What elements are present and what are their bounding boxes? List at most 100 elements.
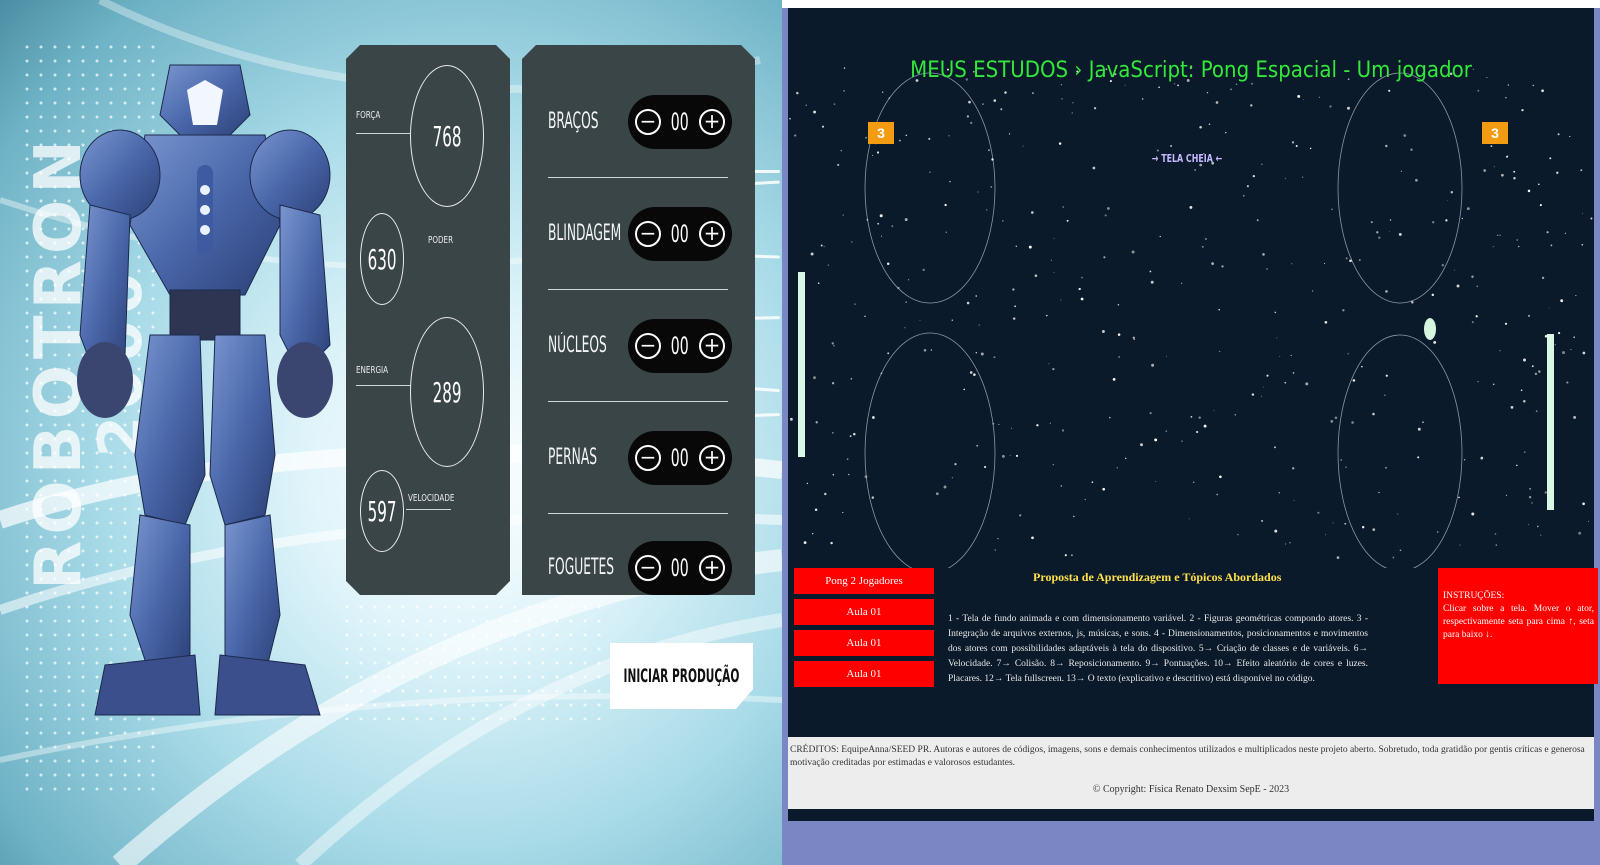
star bbox=[1036, 424, 1039, 427]
star bbox=[1535, 410, 1538, 412]
star bbox=[1362, 526, 1365, 529]
star bbox=[810, 252, 814, 256]
star bbox=[1104, 214, 1107, 217]
star bbox=[983, 465, 987, 469]
star bbox=[1372, 412, 1375, 416]
star bbox=[1303, 99, 1305, 100]
star bbox=[992, 422, 995, 425]
plus-button[interactable]: + bbox=[699, 445, 725, 471]
star bbox=[929, 171, 931, 173]
star bbox=[812, 533, 814, 535]
star bbox=[1410, 148, 1413, 151]
menu-aula[interactable]: Aula 01 bbox=[794, 661, 934, 687]
star bbox=[1431, 220, 1435, 224]
star bbox=[1251, 393, 1255, 396]
instructions-title: INSTRUÇÕES: bbox=[1443, 591, 1505, 601]
menu-pong-2-players[interactable]: Pong 2 Jogadores bbox=[794, 568, 934, 594]
star bbox=[1072, 102, 1074, 104]
star bbox=[840, 150, 842, 152]
star bbox=[919, 320, 921, 322]
star bbox=[1431, 293, 1435, 297]
star bbox=[1376, 231, 1379, 234]
star bbox=[1060, 84, 1063, 86]
fullscreen-link[interactable]: → TELA CHEIA ← bbox=[1152, 152, 1222, 165]
star bbox=[872, 154, 874, 156]
star bbox=[998, 423, 1000, 425]
star bbox=[1019, 514, 1022, 517]
star bbox=[1216, 493, 1218, 496]
star bbox=[1548, 307, 1550, 309]
menu-aula[interactable]: Aula 01 bbox=[794, 630, 934, 656]
star bbox=[831, 342, 834, 345]
start-production-button[interactable]: INICIAR PRODUÇÃO bbox=[610, 643, 753, 709]
plus-button[interactable]: + bbox=[699, 555, 725, 581]
star bbox=[1060, 299, 1062, 301]
star bbox=[990, 186, 992, 188]
star bbox=[1261, 163, 1263, 165]
game-canvas[interactable]: MEUS ESTUDOS › JavaScript: Pong Espacial… bbox=[788, 8, 1598, 761]
star bbox=[1471, 512, 1475, 516]
dot-grid bbox=[340, 600, 610, 720]
star bbox=[988, 149, 990, 152]
star bbox=[1291, 263, 1293, 265]
menu-aula[interactable]: Aula 01 bbox=[794, 599, 934, 625]
star bbox=[853, 432, 856, 436]
star bbox=[805, 104, 807, 106]
star bbox=[1061, 429, 1065, 432]
star bbox=[1344, 522, 1347, 525]
star bbox=[1463, 459, 1466, 461]
star bbox=[1513, 170, 1516, 173]
plus-button[interactable]: + bbox=[699, 333, 725, 359]
page-title: MEUS ESTUDOS › JavaScript: Pong Espacial… bbox=[910, 58, 1472, 83]
star bbox=[1091, 481, 1094, 483]
star bbox=[1131, 250, 1135, 254]
star bbox=[1481, 456, 1484, 459]
top-strip bbox=[782, 0, 1600, 8]
divider bbox=[406, 509, 451, 510]
star bbox=[1385, 466, 1387, 469]
minus-button[interactable]: − bbox=[635, 333, 661, 359]
copyright-text: © Copyright: Física Renato Dexsim SepE -… bbox=[1092, 784, 1290, 795]
star bbox=[1031, 211, 1034, 214]
star bbox=[1173, 83, 1176, 85]
star bbox=[830, 541, 833, 545]
minus-button[interactable]: − bbox=[635, 445, 661, 471]
star bbox=[832, 473, 835, 476]
star bbox=[865, 136, 868, 139]
star bbox=[1263, 386, 1264, 388]
star bbox=[813, 376, 816, 380]
star bbox=[1370, 221, 1373, 224]
star bbox=[907, 279, 910, 281]
star bbox=[1195, 430, 1199, 434]
star bbox=[1295, 145, 1298, 147]
star bbox=[905, 301, 907, 303]
star bbox=[1403, 134, 1407, 137]
star bbox=[1219, 475, 1222, 479]
plus-button[interactable]: + bbox=[699, 109, 725, 135]
stepper-nucleos: − 00 + bbox=[628, 319, 732, 373]
star bbox=[1527, 189, 1531, 193]
star bbox=[1528, 496, 1532, 499]
part-label-pernas: PERNAS bbox=[548, 445, 598, 470]
star bbox=[1347, 353, 1349, 355]
star bbox=[963, 388, 965, 391]
star bbox=[1336, 556, 1340, 559]
star bbox=[1345, 466, 1347, 469]
divider bbox=[548, 177, 728, 178]
star bbox=[1582, 351, 1586, 355]
star bbox=[1159, 235, 1161, 238]
plus-button[interactable]: + bbox=[699, 221, 725, 247]
minus-button[interactable]: − bbox=[635, 221, 661, 247]
star bbox=[951, 319, 954, 321]
star bbox=[1534, 372, 1538, 376]
star bbox=[1347, 106, 1350, 110]
star bbox=[1155, 481, 1157, 482]
star bbox=[1397, 513, 1399, 515]
star bbox=[794, 134, 797, 137]
star bbox=[1492, 383, 1495, 386]
star bbox=[817, 282, 820, 284]
minus-button[interactable]: − bbox=[635, 109, 661, 135]
star bbox=[1208, 123, 1211, 125]
star bbox=[1345, 257, 1348, 260]
minus-button[interactable]: − bbox=[635, 555, 661, 581]
